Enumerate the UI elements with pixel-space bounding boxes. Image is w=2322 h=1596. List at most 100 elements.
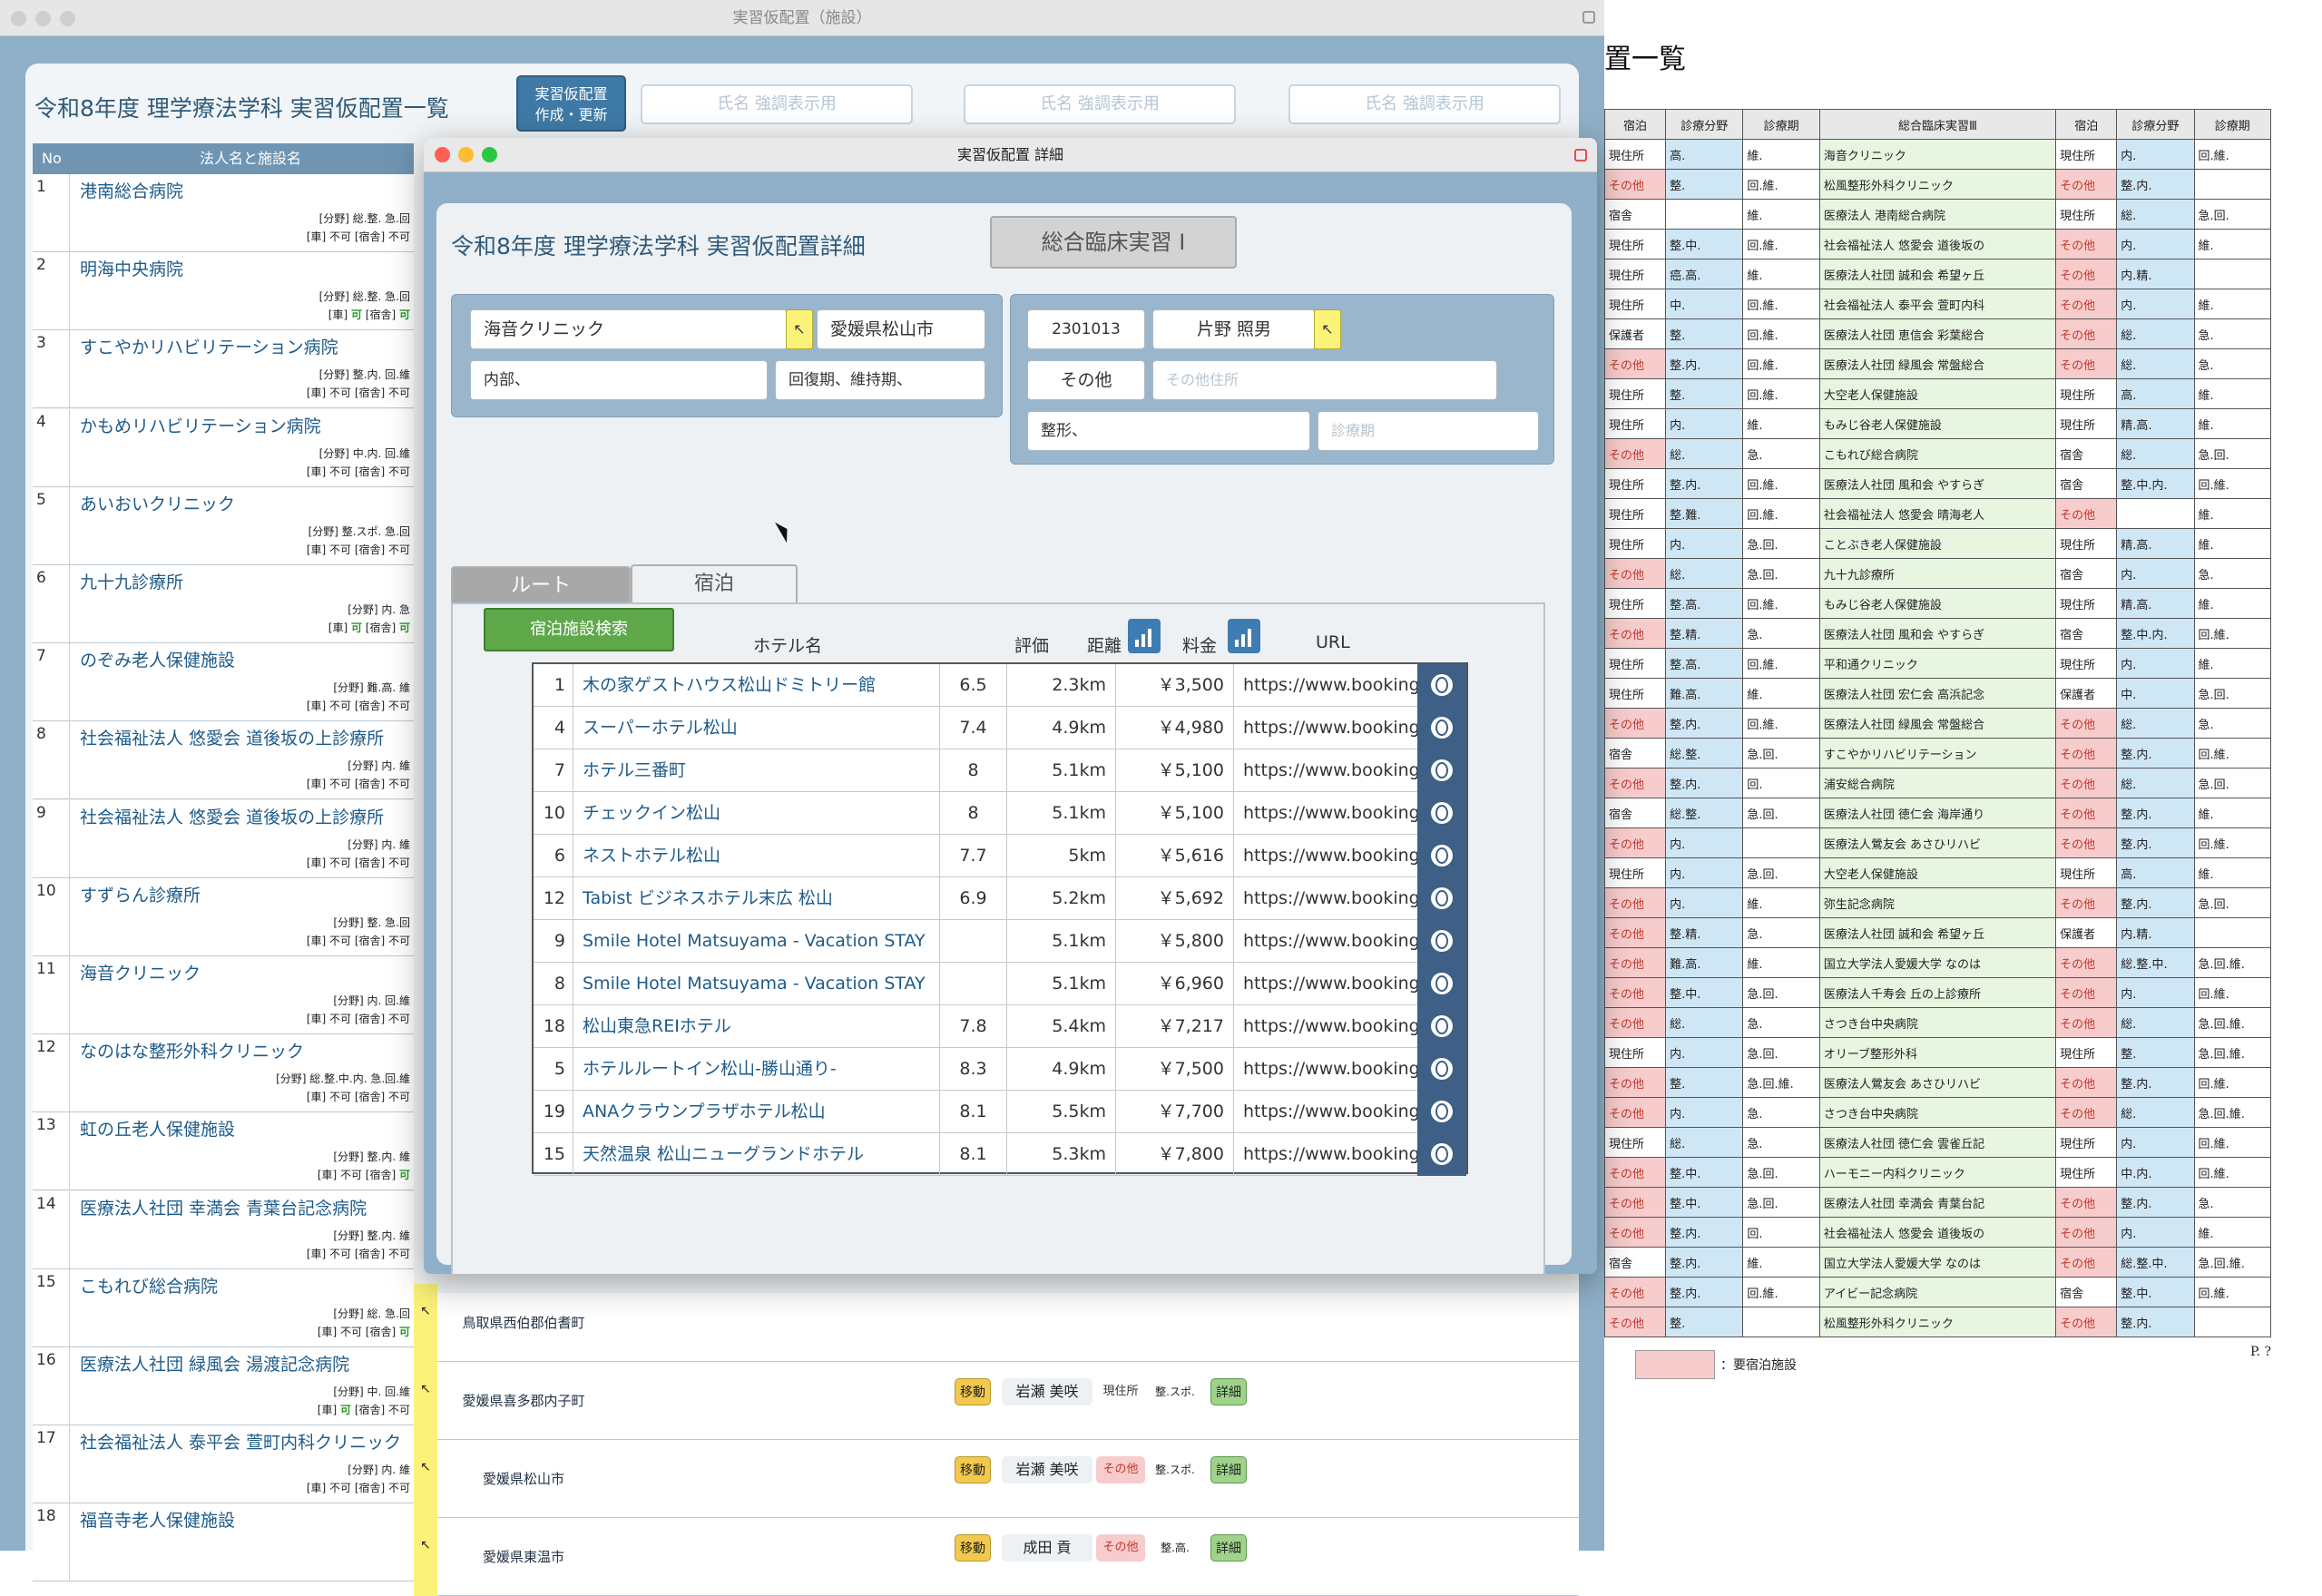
hotel-row[interactable]: 5 ホテルルートイン松山-勝山通り- 8.3 4.9km ￥7,500 https://w… [534,1048,1466,1091]
bg-zoom-button[interactable] [60,11,75,26]
hotel-row[interactable]: 8 Smile Hotel Matsuyama - Vacation STAY 5.… [534,963,1466,1005]
detail-button[interactable]: 詳細 [1210,1534,1247,1562]
hotel-distance: 5.4km [1007,1005,1116,1048]
jump-icon[interactable]: ↖ [414,1362,437,1440]
name-emphasis-input-1[interactable]: 氏名 強調表示用 [641,84,913,124]
student-id-field[interactable]: 2301013 [1027,309,1145,349]
open-url-button[interactable] [1417,1048,1466,1091]
hotel-row[interactable]: 12 Tabist ビジネスホテル末広 松山 6.9 5.2km ￥5,692 https… [534,877,1466,920]
open-url-button[interactable] [1417,664,1466,707]
tab-route[interactable]: ルート [451,566,631,606]
open-url-button[interactable] [1417,707,1466,749]
jump-icon[interactable]: ↖ [414,1284,437,1362]
doc-row: 現住所 内. 急.回. ことぶき老人保健施設 現住所 精.高. 維. [1603,528,2272,559]
facility-name[interactable]: 九十九診療所 [80,569,183,593]
move-button[interactable]: 移動 [955,1378,991,1405]
zoom-button[interactable] [482,147,497,162]
doc-cell: 整.高. [1665,588,1744,619]
facility-name[interactable]: 福音寺老人保健施設 [80,1507,235,1532]
hotel-row[interactable]: 1 木の家ゲストハウス松山ドミトリー館 6.5 2.3km ￥3,500 https://… [534,664,1466,707]
stay-type: その他 [1096,1534,1145,1562]
doc-cell: 九十九診療所 [1818,558,2057,589]
facility-name[interactable]: 社会福祉法人 悠愛会 道後坂の上診療所 [80,804,384,828]
doc-cell: 回.維. [1742,348,1820,379]
hotel-row[interactable]: 19 ANAクラウンプラザホテル松山 8.1 5.5km ￥7,700 https://w… [534,1091,1466,1133]
student-jump-icon[interactable]: ↖ [1314,309,1341,349]
other-address-input[interactable]: その他住所 [1152,360,1497,400]
facility-jump-icon[interactable]: ↖ [786,309,813,349]
page-label: P. ? [2250,1345,2271,1359]
facility-name-field[interactable]: 海音クリニック [470,309,788,349]
detail-button[interactable]: 詳細 [1210,1456,1247,1483]
facility-row: 10 すずらん診療所 [分野] 整. 急.回 [車] 不可 [宿舎] 不可 [33,877,414,956]
doc-cell: 現住所 [1603,378,1667,409]
hotel-row[interactable]: 6 ネストホテル松山 7.7 5km ￥5,616 https://www.booking… [534,835,1466,877]
lock-icon[interactable] [1574,149,1587,162]
open-url-button[interactable] [1417,1091,1466,1133]
facility-name[interactable]: 明海中央病院 [80,256,183,280]
bg-minimize-button[interactable] [35,11,51,26]
open-url-button[interactable] [1417,792,1466,835]
open-url-button[interactable] [1417,920,1466,963]
lock-icon[interactable] [1582,11,1595,24]
move-button[interactable]: 移動 [955,1534,991,1562]
update-placement-button[interactable]: 実習仮配置 作成・更新 [516,75,626,132]
name-emphasis-input-3[interactable]: 氏名 強調表示用 [1288,84,1561,124]
doc-cell: 社会福祉法人 泰平会 萱町内科 [1818,289,2057,319]
facility-name[interactable]: 医療法人社団 緑風会 湯渡記念病院 [80,1351,349,1376]
doc-cell: その他 [2055,827,2118,858]
detail-button[interactable]: 詳細 [1210,1378,1247,1405]
close-button[interactable] [435,147,450,162]
open-url-button[interactable] [1417,963,1466,1005]
hotel-row[interactable]: 10 チェックイン松山 8 5.1km ￥5,100 https://www.bookin… [534,792,1466,835]
move-button[interactable]: 移動 [955,1456,991,1483]
hotel-row[interactable]: 9 Smile Hotel Matsuyama - Vacation STAY 5.… [534,920,1466,963]
student-name-field[interactable]: 片野 照男 [1152,309,1316,349]
open-url-button[interactable] [1417,877,1466,920]
hotel-row[interactable]: 4 スーパーホテル松山 7.4 4.9km ￥4,980 https://www.book… [534,707,1466,749]
access-text-b: [宿舎] [361,622,399,634]
facility-periods-field[interactable]: 回復期、維持期、 [775,360,985,400]
facility-name[interactable]: 医療法人社団 幸満会 青葉台記念病院 [80,1195,367,1219]
open-url-button[interactable] [1417,835,1466,877]
hotel-row[interactable]: 15 天然温泉 松山ニューグランドホテル 8.1 5.3km ￥7,800 https:/… [534,1133,1466,1176]
facility-fields-field[interactable]: 内部、 [470,360,768,400]
open-url-button[interactable] [1417,1133,1466,1176]
facility-name[interactable]: 社会福祉法人 泰平会 萱町内科クリニック [80,1429,401,1454]
hotel-row[interactable]: 18 松山東急REIホテル 7.8 5.4km ￥7,217 https://www.bo… [534,1005,1466,1048]
sort-price-icon[interactable] [1228,619,1260,653]
bg-close-button[interactable] [11,11,26,26]
facility-name[interactable]: すずらん診療所 [80,882,201,906]
doc-cell: 急.回. [1742,798,1820,828]
student-fields-field[interactable]: 整形、 [1027,411,1310,451]
jump-icon[interactable]: ↖ [414,1518,437,1596]
doc-cell: 維. [2193,289,2272,319]
period-input[interactable]: 診療期 [1318,411,1539,451]
doc-cell: その他 [1603,977,1667,1008]
facility-name[interactable]: なのはな整形外科クリニック [80,1038,304,1062]
facility-name[interactable]: すこやかリハビリテーション病院 [80,334,338,358]
facility-name[interactable]: かもめリハビリテーション病院 [80,413,321,437]
facility-access: [車] 不可 [宿舎] 不可 [307,1246,410,1261]
search-lodging-button[interactable]: 宿泊施設検索 [484,608,674,651]
open-url-button[interactable] [1417,749,1466,792]
facility-name[interactable]: のぞみ老人保健施設 [80,647,235,671]
facility-location-field[interactable]: 愛媛県松山市 [817,309,985,349]
name-emphasis-input-2[interactable]: 氏名 強調表示用 [964,84,1236,124]
facility-name[interactable]: あいおいクリニック [80,491,235,515]
doc-cell: その他 [2055,798,2118,828]
doc-cell: 宿舎 [1603,1247,1667,1278]
stay-type-field[interactable]: その他 [1027,360,1145,400]
facility-name[interactable]: 虹の丘老人保健施設 [80,1116,235,1141]
sort-distance-icon[interactable] [1128,619,1161,653]
jump-icon[interactable]: ↖ [414,1440,437,1518]
facility-name[interactable]: 港南総合病院 [80,178,183,202]
facility-name[interactable]: 海音クリニック [80,960,201,984]
tab-stay[interactable]: 宿泊 [631,564,798,606]
minimize-button[interactable] [458,147,474,162]
open-url-button[interactable] [1417,1005,1466,1048]
hotel-distance: 5.3km [1007,1133,1116,1176]
facility-name[interactable]: こもれび総合病院 [80,1273,218,1297]
facility-name[interactable]: 社会福祉法人 悠愛会 道後坂の上診療所 [80,725,384,749]
hotel-row[interactable]: 7ホテル三番町85.1km￥5,100 https://www.booking.c… [534,749,1466,792]
